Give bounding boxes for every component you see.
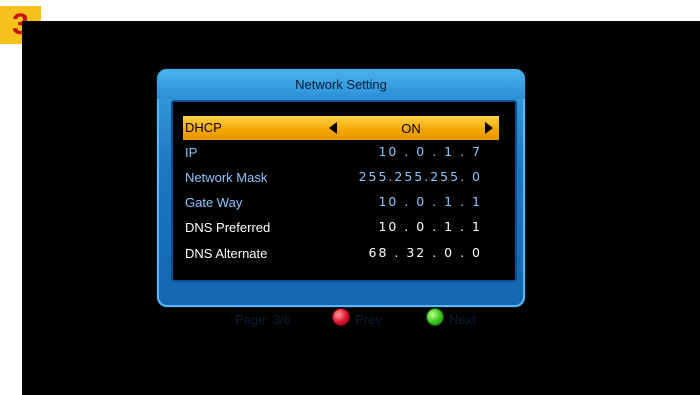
settings-panel: DHCP ON IP 10 . 0 . 1 . 7 Network Mask 2… bbox=[171, 100, 517, 282]
ip-label: IP bbox=[185, 145, 198, 160]
gateway-row[interactable]: Gate Way 10 . 0 . 1 . 1 bbox=[183, 192, 499, 214]
dns-alternate-label: DNS Alternate bbox=[185, 246, 268, 261]
dns-preferred-value: 10 . 0 . 1 . 1 bbox=[378, 219, 482, 234]
dns-preferred-row[interactable]: DNS Preferred 10 . 0 . 1 . 1 bbox=[183, 217, 499, 239]
network-mask-row[interactable]: Network Mask 255.255.255. 0 bbox=[183, 167, 499, 189]
dhcp-label: DHCP bbox=[185, 120, 222, 135]
dns-alternate-row[interactable]: DNS Alternate 68 . 32 . 0 . 0 bbox=[183, 243, 499, 265]
network-mask-value: 255.255.255. 0 bbox=[358, 169, 482, 184]
dhcp-value: ON bbox=[401, 120, 421, 136]
dhcp-row[interactable]: DHCP ON bbox=[183, 116, 499, 140]
dialog-title: Network Setting bbox=[157, 69, 525, 99]
gateway-value: 10 . 0 . 1 . 1 bbox=[378, 194, 482, 209]
red-button-icon[interactable] bbox=[333, 309, 349, 325]
ip-value: 10 . 0 . 1 . 7 bbox=[378, 144, 482, 159]
gateway-label: Gate Way bbox=[185, 195, 243, 210]
network-setting-dialog: Network Setting DHCP ON IP 10 . 0 . 1 . … bbox=[157, 69, 525, 327]
dhcp-selector[interactable]: ON bbox=[325, 118, 497, 138]
green-button-icon[interactable] bbox=[427, 309, 443, 325]
ip-row[interactable]: IP 10 . 0 . 1 . 7 bbox=[183, 142, 499, 164]
dns-alternate-value: 68 . 32 . 0 . 0 bbox=[368, 245, 482, 260]
page-indicator: Page: 3/6 bbox=[235, 312, 291, 327]
prev-label[interactable]: Prev bbox=[355, 312, 382, 327]
dns-preferred-label: DNS Preferred bbox=[185, 220, 271, 235]
next-label[interactable]: Next bbox=[449, 312, 476, 327]
network-mask-label: Network Mask bbox=[185, 170, 268, 185]
arrow-right-icon[interactable] bbox=[485, 122, 493, 134]
arrow-left-icon[interactable] bbox=[329, 122, 337, 134]
